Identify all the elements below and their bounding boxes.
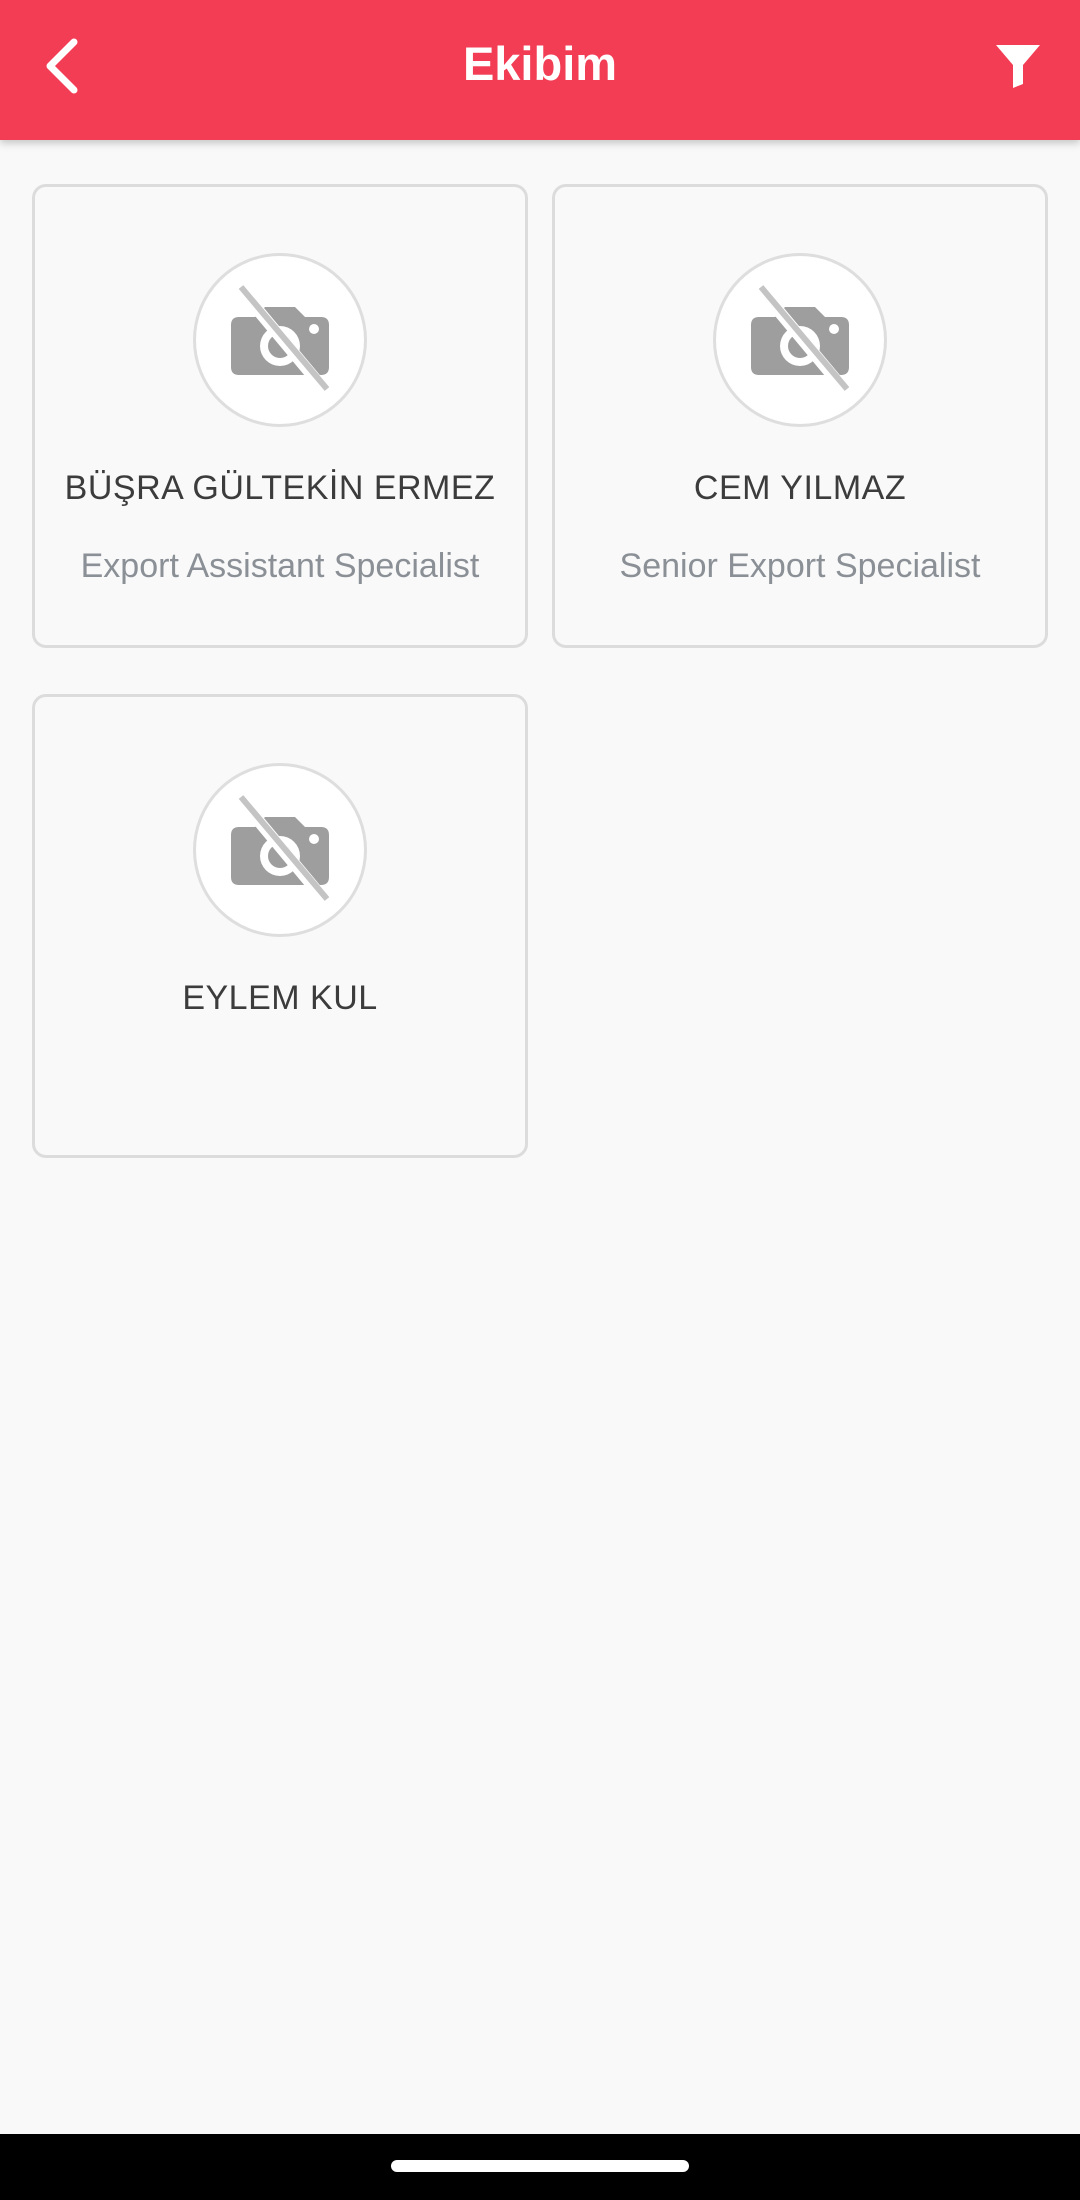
no-photo-icon xyxy=(231,791,332,907)
member-name: EYLEM KUL xyxy=(182,979,378,1017)
filter-button[interactable] xyxy=(978,26,1058,106)
team-screen: Ekibim BÜŞRA GÜLTEKİN ERMEZ Export Assis… xyxy=(0,0,1080,2200)
home-indicator[interactable] xyxy=(391,2160,689,2172)
team-grid: BÜŞRA GÜLTEKİN ERMEZ Export Assistant Sp… xyxy=(32,184,1048,1158)
back-button[interactable] xyxy=(22,26,102,106)
app-bar: Ekibim xyxy=(0,0,1080,140)
system-nav-bar xyxy=(0,2134,1080,2200)
page-title: Ekibim xyxy=(462,37,618,90)
no-photo-icon xyxy=(231,281,332,397)
member-role: Export Assistant Specialist xyxy=(80,547,480,585)
filter-icon xyxy=(996,45,1040,88)
member-card[interactable]: EYLEM KUL xyxy=(32,694,528,1158)
member-card[interactable]: CEM YILMAZ Senior Export Specialist xyxy=(552,184,1048,648)
no-photo-icon xyxy=(751,281,852,397)
chevron-left-icon xyxy=(46,38,78,94)
member-card[interactable]: BÜŞRA GÜLTEKİN ERMEZ Export Assistant Sp… xyxy=(32,184,528,648)
member-name: CEM YILMAZ xyxy=(693,469,907,507)
avatar xyxy=(713,253,887,427)
member-role: Senior Export Specialist xyxy=(619,547,981,585)
avatar xyxy=(193,253,367,427)
avatar xyxy=(193,763,367,937)
member-name: BÜŞRA GÜLTEKİN ERMEZ xyxy=(64,469,496,507)
